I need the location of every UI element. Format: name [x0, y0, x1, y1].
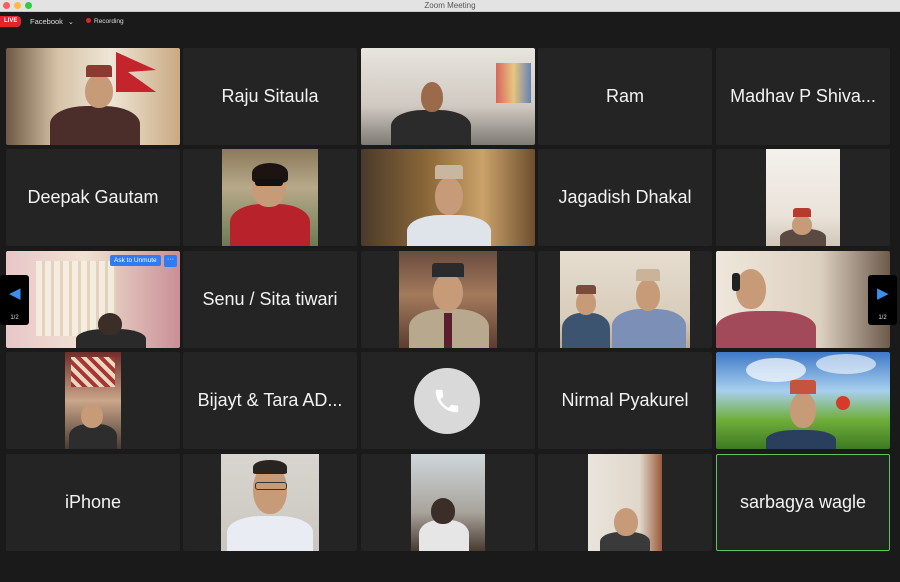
chevron-right-icon: ▶	[877, 285, 889, 302]
participant-video	[361, 149, 535, 246]
participant-video	[766, 149, 840, 246]
participant-tile-madhav[interactable]: Madhav P Shiva...	[716, 48, 890, 145]
video-tile-3[interactable]	[183, 149, 357, 246]
participant-name: sarbagya wagle	[739, 492, 867, 512]
participant-tile-jagadish-dhakal[interactable]: Jagadish Dhakal	[538, 149, 712, 246]
participant-tile-raju-sitaula[interactable]: Raju Sitaula	[183, 48, 357, 145]
participant-tile-sarbagya-wagle-active-speaker[interactable]: sarbagya wagle	[716, 454, 890, 551]
participant-tile-nirmal-pyakurel[interactable]: Nirmal Pyakurel	[538, 352, 712, 449]
chevron-left-icon: ◀	[9, 285, 21, 302]
video-tile-12[interactable]	[183, 454, 357, 551]
more-options-button[interactable]: ···	[164, 255, 177, 267]
live-badge[interactable]: LIVE	[0, 16, 22, 27]
participant-name: Senu / Sita tiwari	[202, 289, 338, 309]
gallery-prev-page-button[interactable]: ◀ 1/2	[0, 275, 29, 325]
video-tile-14[interactable]	[538, 454, 712, 551]
video-tile-11[interactable]	[716, 352, 890, 449]
chevron-down-icon: ⌄	[68, 19, 74, 26]
next-page-indicator: 1/2	[878, 315, 887, 321]
participant-name: iPhone	[64, 492, 122, 512]
participant-video	[221, 454, 319, 551]
recording-indicator[interactable]: Recording	[86, 16, 124, 27]
phone-icon	[414, 368, 480, 434]
participant-video	[588, 454, 662, 551]
participant-video	[716, 352, 890, 449]
participant-tile-bijayt-tara[interactable]: Bijayt & Tara AD...	[183, 352, 357, 449]
participant-video	[361, 48, 535, 145]
video-tile-13[interactable]	[361, 454, 535, 551]
prev-page-indicator: 1/2	[10, 315, 19, 321]
participant-video	[399, 251, 497, 348]
gallery-next-page-button[interactable]: ▶ 1/2	[868, 275, 897, 325]
participant-video	[65, 352, 121, 449]
participant-name: Ram	[605, 86, 644, 106]
participant-tile-iphone[interactable]: iPhone	[6, 454, 180, 551]
flag-decoration	[116, 52, 156, 92]
participant-name: Bijayt & Tara AD...	[197, 390, 343, 410]
meeting-status-bar: LIVE Facebook ⌄ Recording	[0, 12, 900, 32]
participant-tile-senu-sita[interactable]: Senu / Sita tiwari	[183, 251, 357, 348]
window-titlebar: Zoom Meeting	[0, 0, 900, 12]
video-tile-4[interactable]	[361, 149, 535, 246]
participant-video	[411, 454, 485, 551]
video-tile-8[interactable]	[538, 251, 712, 348]
stream-target-dropdown[interactable]: Facebook ⌄	[30, 16, 74, 28]
participant-name: Jagadish Dhakal	[558, 187, 692, 207]
video-tile-9[interactable]	[716, 251, 890, 348]
participant-tile-ram[interactable]: Ram	[538, 48, 712, 145]
participant-video	[716, 251, 890, 348]
participant-name: Madhav P Shiva...	[730, 86, 876, 106]
video-tile-1[interactable]	[6, 48, 180, 145]
video-tile-2[interactable]	[361, 48, 535, 145]
ask-to-unmute-button[interactable]: Ask to Unmute	[110, 255, 161, 266]
participant-video	[222, 149, 318, 246]
window-title: Zoom Meeting	[424, 1, 476, 10]
stream-target-label: Facebook	[30, 17, 63, 26]
participant-video	[560, 251, 690, 348]
participant-tile-deepak-gautam[interactable]: Deepak Gautam	[6, 149, 180, 246]
video-tile-7[interactable]	[361, 251, 535, 348]
participant-name: Raju Sitaula	[221, 86, 319, 106]
participant-name: Deepak Gautam	[27, 187, 159, 207]
participant-name: Nirmal Pyakurel	[561, 390, 689, 410]
video-tile-6[interactable]: Ask to Unmute ···	[6, 251, 180, 348]
phone-participant-tile[interactable]	[361, 352, 535, 449]
video-tile-5[interactable]	[716, 149, 890, 246]
participant-video	[6, 48, 180, 145]
video-tile-10[interactable]	[6, 352, 180, 449]
